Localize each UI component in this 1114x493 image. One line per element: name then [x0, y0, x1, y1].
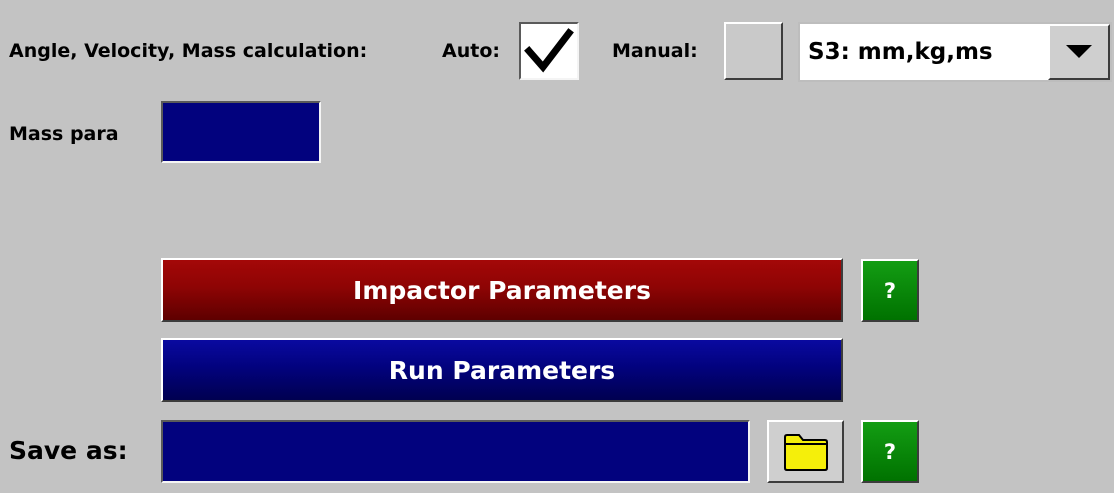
units-dropdown-button[interactable] — [1048, 24, 1110, 80]
browse-folder-button[interactable] — [767, 420, 844, 483]
manual-checkbox[interactable] — [724, 22, 783, 80]
auto-checkbox[interactable] — [519, 22, 579, 80]
impactor-help-button[interactable]: ? — [861, 259, 919, 322]
run-parameters-button[interactable]: Run Parameters — [161, 338, 843, 402]
save-help-button[interactable]: ? — [861, 420, 919, 483]
auto-label: Auto: — [442, 40, 500, 62]
mass-para-field[interactable] — [161, 101, 321, 163]
units-selected-value: S3: mm,kg,ms — [808, 39, 993, 65]
impactor-parameters-label: Impactor Parameters — [353, 275, 651, 305]
save-as-value — [163, 422, 748, 430]
dropdown-arrow-icon — [1066, 45, 1092, 58]
save-help-label: ? — [883, 439, 897, 464]
mass-para-label: Mass para — [9, 123, 119, 145]
save-as-label: Save as: — [9, 436, 128, 465]
run-parameters-label: Run Parameters — [388, 355, 616, 385]
manual-label: Manual: — [612, 40, 698, 62]
units-dropdown[interactable]: S3: mm,kg,ms — [798, 22, 1112, 82]
calc-label: Angle, Velocity, Mass calculation: — [9, 40, 368, 62]
folder-icon — [783, 433, 828, 471]
mass-para-value — [163, 103, 319, 111]
checkmark-icon — [524, 28, 574, 73]
save-as-field[interactable] — [161, 420, 750, 483]
impactor-help-label: ? — [883, 278, 897, 303]
impactor-parameters-button[interactable]: Impactor Parameters — [161, 258, 843, 322]
